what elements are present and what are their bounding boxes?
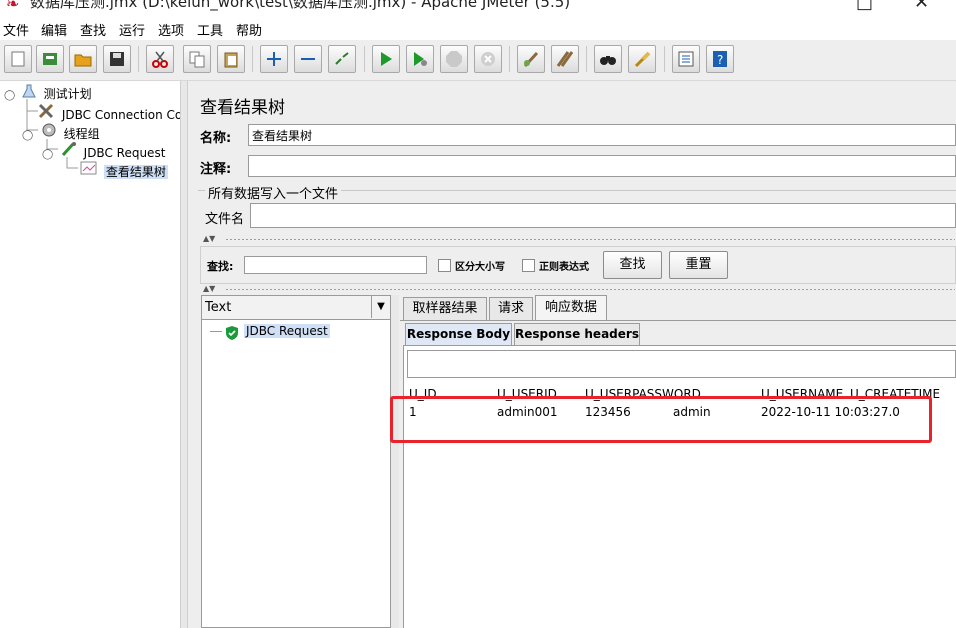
file-section-title: 所有数据写入一个文件	[205, 183, 342, 202]
result-item[interactable]: JDBC Request	[210, 324, 380, 342]
tree-item-jdbc-request[interactable]: ◯ JDBC Request	[42, 141, 165, 160]
case-sensitive-label: 区分大小写	[455, 262, 505, 273]
window-title-bar: ❧ 数据库压测.jmx (D:\kelun_work\test\数据库压测.jm…	[0, 0, 956, 16]
test-plan-tree: ◯ 测试计划 JDBC Connection Co ◯ 线程组 ◯ JDBC R…	[0, 81, 182, 628]
close-icon[interactable]: ✕	[914, 0, 929, 13]
page-title: 查看结果树	[200, 98, 285, 118]
clear-all-icon[interactable]	[551, 45, 579, 73]
stop-icon[interactable]	[440, 45, 468, 73]
shutdown-icon[interactable]	[474, 45, 502, 73]
comment-label: 注释:	[200, 162, 232, 177]
listener-chart-icon	[80, 160, 100, 179]
copy-icon[interactable]	[183, 45, 211, 73]
tree-item-label: JDBC Connection Co	[61, 108, 183, 122]
jmeter-feather-icon: ❧	[6, 0, 20, 13]
toolbar: ?	[0, 40, 956, 81]
renderer-select[interactable]: Text ▼	[202, 296, 390, 320]
tab-response-data[interactable]: 响应数据	[535, 295, 607, 321]
regex-checkbox[interactable]	[522, 259, 535, 272]
tree-splitter[interactable]	[180, 81, 188, 628]
collapse-icon[interactable]	[294, 45, 322, 73]
tab-response-body[interactable]: Response Body	[405, 323, 512, 345]
test-plan-icon	[22, 84, 40, 101]
start-no-pause-icon[interactable]	[406, 45, 434, 73]
tree-item-label: JDBC Request	[83, 146, 166, 160]
chevron-down-icon[interactable]: ▼	[371, 296, 390, 318]
thread-group-gear-icon	[40, 122, 60, 141]
search-input[interactable]	[244, 256, 427, 274]
menu-help[interactable]: 帮助	[236, 20, 262, 39]
menu-run[interactable]: 运行	[119, 20, 145, 39]
horizontal-splitter[interactable]	[225, 288, 955, 291]
menu-file[interactable]: 文件	[3, 20, 29, 39]
menu-bar: 文件 编辑 查找 运行 选项 工具 帮助	[0, 16, 956, 40]
filename-field[interactable]	[250, 203, 956, 228]
tab-request[interactable]: 请求	[489, 297, 533, 320]
success-shield-icon	[224, 325, 240, 344]
clear-icon[interactable]	[517, 45, 545, 73]
expand-icon[interactable]	[260, 45, 288, 73]
case-sensitive-checkbox[interactable]	[438, 259, 451, 272]
find-button[interactable]: 查找	[603, 251, 662, 279]
search-label: 查找:	[207, 260, 234, 273]
toggle-icon[interactable]	[328, 45, 356, 73]
results-splitter[interactable]	[391, 295, 399, 628]
cut-icon[interactable]	[146, 45, 174, 73]
result-list-panel	[201, 295, 391, 628]
comment-field[interactable]	[248, 155, 956, 177]
templates-icon[interactable]	[36, 45, 64, 73]
collapse-handle-icon[interactable]: ◯	[42, 149, 56, 160]
tree-item-thread-group[interactable]: ◯ 线程组	[22, 122, 100, 142]
config-tools-icon	[38, 103, 58, 122]
tab-response-headers[interactable]: Response headers	[514, 323, 640, 345]
help-icon[interactable]: ?	[706, 45, 734, 73]
result-item-label: JDBC Request	[244, 324, 330, 338]
new-icon[interactable]	[4, 45, 32, 73]
reset-button[interactable]: 重置	[669, 251, 728, 279]
maximize-icon[interactable]: □	[856, 0, 873, 13]
menu-search[interactable]: 查找	[80, 20, 106, 39]
open-icon[interactable]	[69, 45, 97, 73]
search-icon[interactable]	[594, 45, 622, 73]
tab-sampler-result[interactable]: 取样器结果	[403, 297, 487, 320]
renderer-select-value: Text	[205, 300, 232, 315]
collapse-handle-icon[interactable]: ◯	[4, 90, 18, 101]
name-field[interactable]: 查看结果树	[248, 124, 956, 146]
tree-item-test-plan[interactable]: ◯ 测试计划	[4, 84, 92, 102]
reset-search-icon[interactable]	[628, 45, 656, 73]
window-title: 数据库压测.jmx (D:\kelun_work\test\数据库压测.jmx)…	[30, 0, 571, 11]
name-label: 名称:	[200, 131, 232, 146]
tree-item-label: 测试计划	[43, 87, 92, 101]
collapse-handle-icon[interactable]: ◯	[22, 130, 36, 141]
menu-tools[interactable]: 工具	[197, 20, 223, 39]
response-search-field[interactable]	[407, 350, 956, 378]
split-arrows-icon[interactable]: ▲▼	[203, 284, 215, 293]
svg-text:?: ?	[717, 53, 723, 67]
paste-icon[interactable]	[217, 45, 245, 73]
tree-item-label: 线程组	[63, 127, 100, 141]
filename-label: 文件名	[205, 212, 245, 227]
sampler-pipette-icon	[60, 141, 80, 160]
function-helper-icon[interactable]	[672, 45, 700, 73]
menu-options[interactable]: 选项	[158, 20, 184, 39]
highlight-box	[390, 396, 932, 443]
save-icon[interactable]	[103, 45, 131, 73]
regex-label: 正则表达式	[539, 262, 589, 273]
start-icon[interactable]	[372, 45, 400, 73]
menu-edit[interactable]: 编辑	[41, 20, 67, 39]
tree-item-view-results-tree[interactable]: 查看结果树	[80, 160, 168, 180]
horizontal-splitter[interactable]	[225, 238, 955, 241]
tree-item-jdbc-connection[interactable]: JDBC Connection Co	[38, 103, 182, 122]
tree-item-label: 查看结果树	[103, 165, 168, 179]
split-arrows-icon[interactable]: ▲▼	[203, 234, 215, 243]
